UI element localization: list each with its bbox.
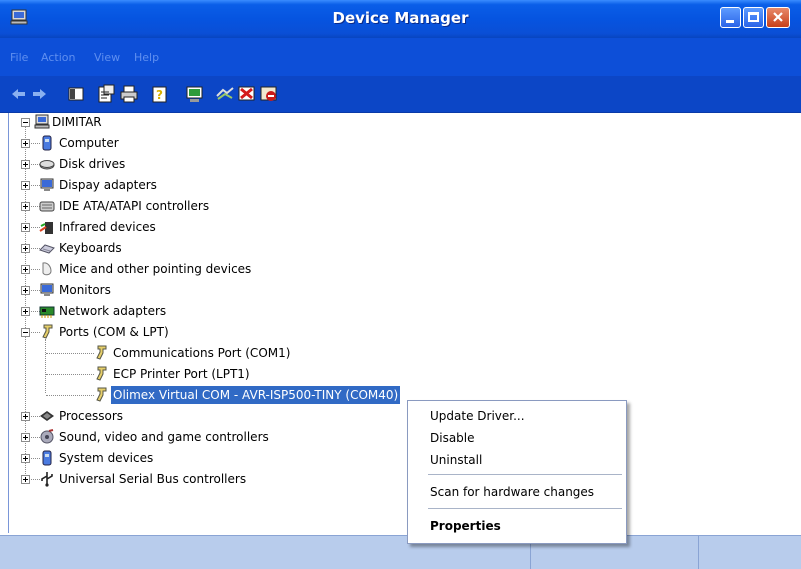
- show-hide-console-tree-icon[interactable]: [66, 84, 86, 104]
- tree-item-label: Monitors: [59, 283, 111, 297]
- tree-item-label: Disk drives: [59, 157, 126, 171]
- system-device-icon: [42, 450, 52, 466]
- context-menu: Update Driver... Disable Uninstall Scan …: [407, 400, 627, 544]
- disk-drive-icon: [39, 160, 55, 170]
- tree-item-label: System devices: [59, 451, 154, 465]
- toolbar: ?: [0, 76, 801, 113]
- display-adapter-icon: [40, 178, 54, 191]
- sound-icon: [40, 429, 54, 444]
- expand-toggle[interactable]: [21, 412, 30, 421]
- tree-item-label: Infrared devices: [59, 220, 156, 234]
- tree-item-label: Communications Port (COM1): [113, 346, 291, 360]
- menu-view[interactable]: View: [94, 51, 120, 64]
- device-tree[interactable]: DIMITAR Computer Disk drives Dispay adap…: [8, 113, 801, 533]
- tree-item-label: Dispay adapters: [59, 178, 157, 192]
- keyboard-icon: [39, 244, 55, 254]
- menu-bar: File Action View Help: [0, 38, 801, 76]
- expand-toggle[interactable]: [21, 223, 30, 232]
- port-icon: [96, 387, 107, 402]
- menu-properties[interactable]: Properties: [430, 515, 501, 537]
- processor-icon: [40, 411, 54, 421]
- tree-item-label: Mice and other pointing devices: [59, 262, 252, 276]
- expand-toggle[interactable]: [21, 475, 30, 484]
- uninstall-icon[interactable]: [237, 84, 257, 104]
- computer-category-icon: [42, 135, 52, 151]
- tree-root-label[interactable]: DIMITAR: [52, 113, 102, 131]
- title-bar[interactable]: Device Manager: [0, 0, 801, 38]
- tree-item-label: Keyboards: [59, 241, 122, 255]
- menu-action[interactable]: Action: [41, 51, 75, 64]
- port-icon: [96, 366, 107, 381]
- status-bar: [0, 535, 801, 569]
- tree-item-label: Universal Serial Bus controllers: [59, 472, 247, 486]
- disable-icon[interactable]: [259, 84, 279, 104]
- port-icon: [42, 324, 53, 339]
- menu-uninstall[interactable]: Uninstall: [430, 449, 482, 471]
- print-icon[interactable]: [119, 84, 139, 104]
- menu-update-driver[interactable]: Update Driver...: [430, 405, 525, 427]
- svg-text:?: ?: [156, 88, 163, 102]
- tree-item-label: ECP Printer Port (LPT1): [113, 367, 250, 381]
- maximize-icon: [748, 12, 759, 22]
- tree-item-label: Network adapters: [59, 304, 167, 318]
- tree-item-label: Processors: [59, 409, 124, 423]
- menu-separator: [428, 474, 622, 475]
- tree-item-label: Sound, video and game controllers: [59, 430, 269, 444]
- mouse-icon: [42, 262, 52, 276]
- tree-item-label: Computer: [59, 136, 119, 150]
- menu-scan-hardware[interactable]: Scan for hardware changes: [430, 481, 594, 503]
- expand-toggle[interactable]: [21, 181, 30, 190]
- infrared-icon: [39, 222, 53, 234]
- tree-item-label: Ports (COM & LPT): [59, 325, 169, 339]
- ide-controller-icon: [39, 201, 55, 212]
- tree-item-label-selected: Olimex Virtual COM - AVR-ISP500-TINY (CO…: [111, 386, 401, 404]
- minimize-icon: [726, 20, 734, 23]
- update-driver-icon[interactable]: [185, 84, 205, 104]
- usb-icon: [41, 472, 53, 487]
- menu-file[interactable]: File: [10, 51, 28, 64]
- network-adapter-icon: [39, 306, 55, 318]
- forward-arrow-icon[interactable]: [30, 84, 50, 104]
- back-arrow-icon[interactable]: [8, 84, 28, 104]
- scan-hardware-icon[interactable]: [215, 84, 235, 104]
- menu-help[interactable]: Help: [134, 51, 159, 64]
- close-button[interactable]: [766, 7, 790, 28]
- window-title: Device Manager: [332, 9, 469, 27]
- menu-disable[interactable]: Disable: [430, 427, 475, 449]
- expand-toggle[interactable]: [21, 202, 30, 211]
- tree-item-label: IDE ATA/ATAPI controllers: [59, 199, 210, 213]
- expand-toggle[interactable]: [21, 139, 30, 148]
- properties-icon[interactable]: [96, 84, 116, 104]
- close-icon: [773, 12, 783, 22]
- maximize-button[interactable]: [743, 7, 764, 28]
- computer-icon: [34, 114, 50, 129]
- root-collapse-toggle[interactable]: [21, 118, 30, 127]
- help-icon[interactable]: ?: [150, 84, 170, 104]
- expand-toggle[interactable]: [21, 286, 30, 295]
- expand-toggle[interactable]: [21, 433, 30, 442]
- expand-toggle[interactable]: [21, 160, 30, 169]
- port-icon: [96, 345, 107, 360]
- collapse-toggle[interactable]: [21, 328, 30, 337]
- minimize-button[interactable]: [720, 7, 741, 28]
- expand-toggle[interactable]: [21, 454, 30, 463]
- menu-separator: [428, 508, 622, 509]
- expand-toggle[interactable]: [21, 265, 30, 274]
- expand-toggle[interactable]: [21, 244, 30, 253]
- monitor-icon: [40, 283, 54, 296]
- expand-toggle[interactable]: [21, 307, 30, 316]
